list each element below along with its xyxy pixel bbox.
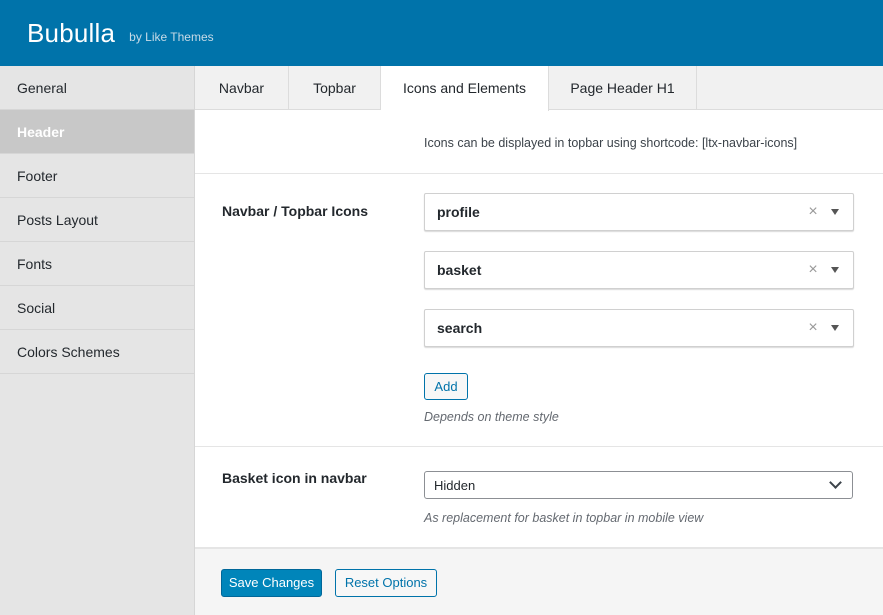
tab-navbar[interactable]: Navbar bbox=[195, 66, 289, 110]
sidebar-item-general[interactable]: General bbox=[0, 66, 194, 110]
caret-down-icon[interactable] bbox=[831, 209, 839, 215]
basket-section: Basket icon in navbar Hidden As replacem… bbox=[195, 447, 883, 548]
tab-bar: Navbar Topbar Icons and Elements Page He… bbox=[195, 66, 883, 111]
tab-icons-and-elements[interactable]: Icons and Elements bbox=[381, 66, 549, 111]
icon-select-value: basket bbox=[437, 262, 482, 278]
clear-icon[interactable]: × bbox=[803, 203, 823, 221]
sidebar: General Header Footer Posts Layout Fonts… bbox=[0, 66, 195, 615]
tab-page-header-h1[interactable]: Page Header H1 bbox=[549, 66, 697, 110]
icons-section: Navbar / Topbar Icons profile × basket ×… bbox=[195, 174, 883, 447]
icon-select-basket[interactable]: basket × bbox=[424, 251, 854, 289]
clear-icon[interactable]: × bbox=[803, 261, 823, 279]
basket-visibility-select[interactable]: Hidden bbox=[424, 471, 853, 499]
shortcode-info-text: Icons can be displayed in topbar using s… bbox=[424, 136, 798, 150]
tab-topbar[interactable]: Topbar bbox=[289, 66, 381, 110]
icon-select-profile[interactable]: profile × bbox=[424, 193, 854, 231]
caret-down-icon[interactable] bbox=[831, 267, 839, 273]
save-changes-button[interactable]: Save Changes bbox=[221, 569, 322, 597]
sidebar-item-posts-layout[interactable]: Posts Layout bbox=[0, 198, 194, 242]
sidebar-item-colors-schemes[interactable]: Colors Schemes bbox=[0, 330, 194, 374]
sidebar-item-header[interactable]: Header bbox=[0, 110, 194, 154]
form-footer: Save Changes Reset Options bbox=[195, 548, 883, 615]
add-icon-button[interactable]: Add bbox=[424, 373, 468, 400]
brand-title: Bubulla bbox=[27, 17, 116, 48]
reset-options-button[interactable]: Reset Options bbox=[335, 569, 437, 597]
brand-byline: by Like Themes bbox=[129, 30, 214, 44]
basket-hint-text: As replacement for basket in topbar in m… bbox=[424, 511, 704, 525]
basket-select-value: Hidden bbox=[434, 477, 476, 493]
caret-down-icon[interactable] bbox=[831, 325, 839, 331]
basket-field-label: Basket icon in navbar bbox=[222, 470, 367, 486]
icons-field-label: Navbar / Topbar Icons bbox=[222, 203, 368, 219]
top-header-bar: Bubulla by Like Themes bbox=[0, 0, 883, 66]
sidebar-item-social[interactable]: Social bbox=[0, 286, 194, 330]
sidebar-item-footer[interactable]: Footer bbox=[0, 154, 194, 198]
sidebar-item-fonts[interactable]: Fonts bbox=[0, 242, 194, 286]
info-section: Icons can be displayed in topbar using s… bbox=[195, 110, 883, 174]
chevron-down-icon bbox=[829, 476, 842, 489]
main-panel: Navbar Topbar Icons and Elements Page He… bbox=[195, 66, 883, 615]
icon-select-search[interactable]: search × bbox=[424, 309, 854, 347]
icons-hint-text: Depends on theme style bbox=[424, 410, 559, 424]
icon-select-value: search bbox=[437, 320, 483, 336]
icon-select-value: profile bbox=[437, 204, 480, 220]
clear-icon[interactable]: × bbox=[803, 319, 823, 337]
